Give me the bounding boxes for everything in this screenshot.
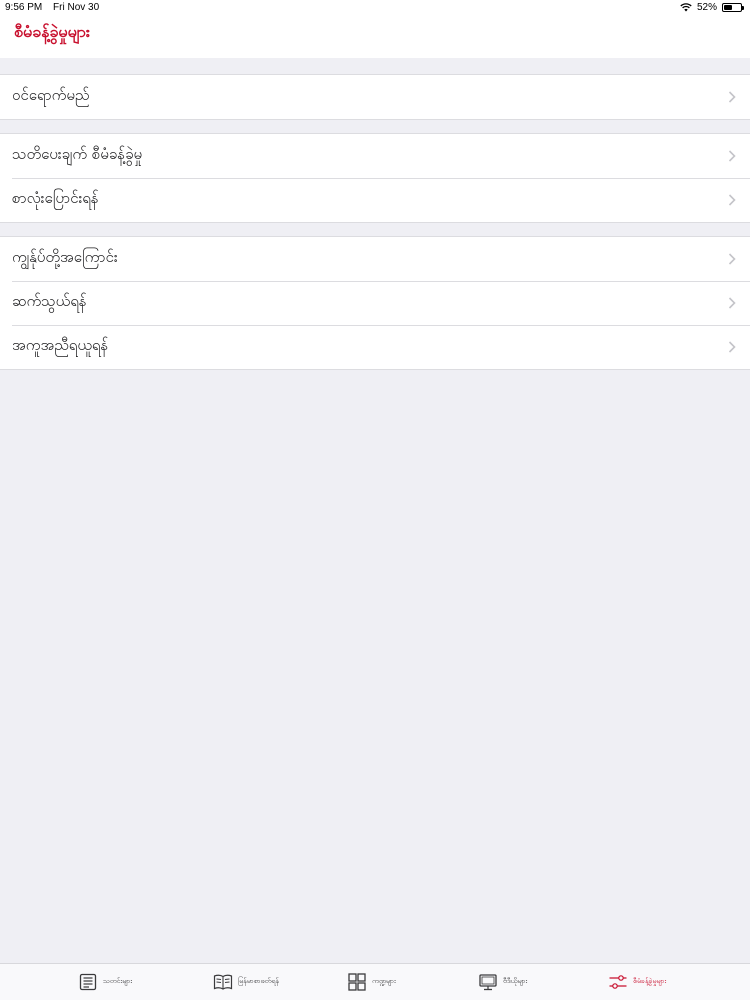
row-label: ကျွန်ုပ်တို့အကြောင်း xyxy=(12,248,118,266)
settings-row-login[interactable]: ဝင်ရောက်မည် xyxy=(0,75,750,119)
status-bar: 9:56 PM Fri Nov 30 52% xyxy=(0,0,750,16)
settings-row-about-us[interactable]: ကျွန်ုပ်တို့အကြောင်း xyxy=(0,237,750,281)
status-date: Fri Nov 30 xyxy=(53,2,100,13)
sliders-icon xyxy=(609,975,627,989)
settings-row-notification-management[interactable]: သတိပေးချက် စီမံခန့်ခွဲမှု xyxy=(0,134,750,178)
tab-settings[interactable]: စီမံခန့်ခွဲမှုများ xyxy=(608,970,666,994)
chevron-right-icon xyxy=(728,297,736,309)
battery-percent: 52% xyxy=(696,2,717,13)
row-label: သတိပေးချက် စီမံခန့်ခွဲမှု xyxy=(12,145,143,163)
tab-label: သတင်းများ xyxy=(103,977,133,985)
settings-group-about: ကျွန်ုပ်တို့အကြောင်း ဆက်သွယ်ရန် အကူအညီရယ… xyxy=(0,236,750,370)
tab-label: မြန်မာစာဖတ်ရန် xyxy=(238,977,279,985)
tab-label: စီမံခန့်ခွဲမှုများ xyxy=(633,977,667,985)
row-label: စာလုံးပြောင်းရန် xyxy=(12,189,99,207)
chevron-right-icon xyxy=(728,150,736,162)
status-right: 52% xyxy=(680,2,744,13)
chevron-right-icon xyxy=(728,91,736,103)
row-label: ဝင်ရောက်မည် xyxy=(12,86,90,104)
settings-row-change-font[interactable]: စာလုံးပြောင်းရန် xyxy=(0,178,750,222)
settings-group-account: ဝင်ရောက်မည် xyxy=(0,74,750,120)
grid-icon xyxy=(348,973,366,991)
settings-group-preferences: သတိပေးချက် စီမံခန့်ခွဲမှု စာလုံးပြောင်းရ… xyxy=(0,133,750,223)
tab-bar: သတင်းများ မြန်မာစာဖတ်ရန် ကဏ္ဍများ ဗီဒီယိ… xyxy=(0,963,750,1000)
tab-news[interactable]: သတင်းများ xyxy=(78,970,132,994)
tab-categories[interactable]: ကဏ္ဍများ xyxy=(347,970,396,994)
monitor-icon xyxy=(479,974,497,991)
row-label: ဆက်သွယ်ရန် xyxy=(12,292,87,310)
tab-label: ကဏ္ဍများ xyxy=(372,977,396,985)
chevron-right-icon xyxy=(728,341,736,353)
row-label: အကူအညီရယူရန် xyxy=(12,336,109,354)
navigation-bar: စီမံခန့်ခွဲမှုများ xyxy=(0,16,750,58)
newspaper-icon xyxy=(79,973,97,991)
tab-read-myanmar[interactable]: မြန်မာစာဖတ်ရန် xyxy=(213,970,279,994)
page-title: စီမံခန့်ခွဲမှုများ xyxy=(14,22,90,41)
battery-icon xyxy=(722,3,744,12)
chevron-right-icon xyxy=(728,253,736,265)
settings-row-help[interactable]: အကူအညီရယူရန် xyxy=(0,325,750,369)
battery-level xyxy=(724,5,733,10)
settings-screen: 9:56 PM Fri Nov 30 52% စီမံခန့်ခွဲမှုမျာ… xyxy=(0,0,750,1000)
chevron-right-icon xyxy=(728,194,736,206)
tab-label: ဗီဒီယိုများ xyxy=(503,977,528,985)
tab-videos[interactable]: ဗီဒီယိုများ xyxy=(478,970,527,994)
status-left: 9:56 PM Fri Nov 30 xyxy=(5,2,99,13)
wifi-icon xyxy=(680,3,692,12)
status-time: 9:56 PM xyxy=(5,2,43,13)
settings-row-contact[interactable]: ဆက်သွယ်ရန် xyxy=(0,281,750,325)
book-icon xyxy=(213,974,233,990)
